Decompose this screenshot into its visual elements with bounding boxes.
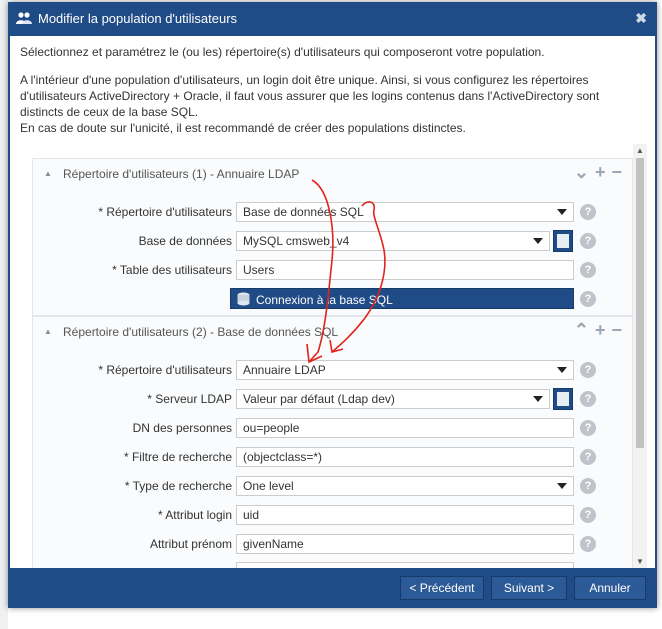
annotation-arrow-1 [308, 179, 334, 363]
annotation-arrow-2 [331, 201, 386, 353]
handdrawn-annotation [306, 179, 386, 364]
annotation-arrowhead-2 [329, 339, 344, 354]
